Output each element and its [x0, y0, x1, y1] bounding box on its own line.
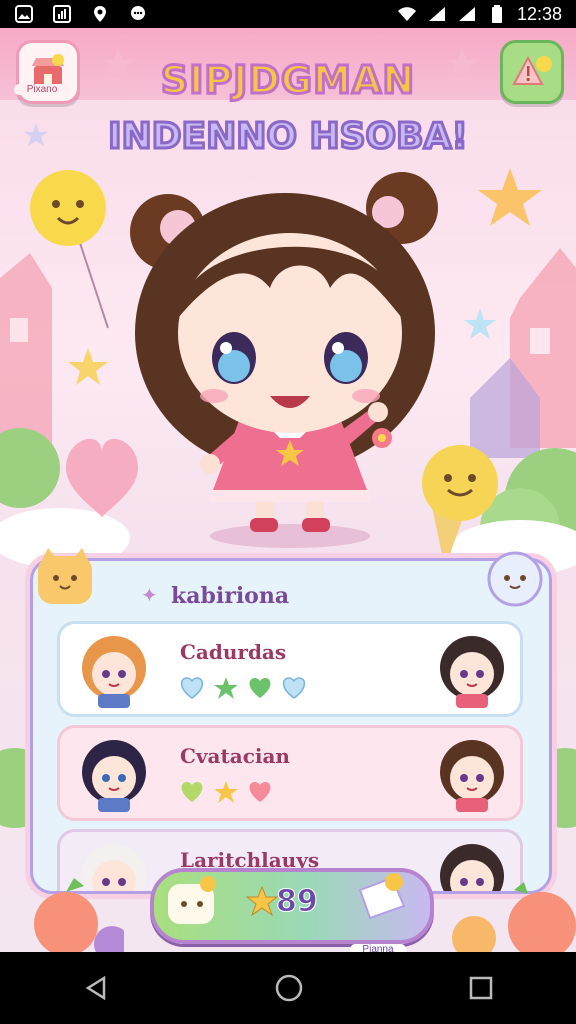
star-icon — [214, 781, 238, 803]
back-icon[interactable] — [82, 974, 110, 1002]
main-character[interactable] — [120, 168, 460, 558]
recent-apps-icon[interactable] — [468, 975, 494, 1001]
chat-icon — [128, 5, 148, 23]
character-avatar-left — [82, 740, 146, 812]
character-avatar-right — [440, 636, 504, 708]
heart-icon — [282, 677, 306, 699]
chart-icon — [52, 5, 72, 23]
character-row[interactable]: Cvatacian — [57, 725, 523, 821]
game-scene: Pixano SIPJDGMAN INDENNO HSOBA! ✦ kabiri… — [0, 28, 576, 952]
mascot-icon — [168, 876, 216, 924]
status-time: 12:38 — [516, 3, 562, 24]
fruit-decoration-right — [452, 882, 576, 952]
battery-icon — [487, 5, 507, 23]
star-icon — [246, 886, 278, 917]
reward-icon[interactable] — [352, 870, 410, 928]
status-right-icons: 12:38 — [397, 4, 562, 25]
status-left-icons — [14, 5, 148, 23]
cat-mascot-icon — [38, 548, 92, 604]
score-value: 89 — [276, 884, 319, 920]
row-icons — [178, 676, 308, 700]
signal-icon — [427, 5, 447, 23]
character-avatar-left — [82, 636, 146, 708]
wifi-icon — [397, 5, 417, 23]
ghost-mascot-icon — [487, 551, 543, 607]
row-label: Cadurdas — [180, 640, 287, 664]
panel-title: kabiriona — [171, 583, 290, 609]
image-icon — [14, 5, 34, 23]
character-list-panel: ✦ kabiriona Cadurdas Cvatacian Laritchla… — [30, 558, 552, 894]
row-icons — [178, 780, 274, 804]
heart-icon — [180, 677, 204, 699]
navigation-bar — [0, 952, 576, 1024]
sparkle-icon: ✦ — [141, 583, 158, 607]
heart-icon — [249, 678, 271, 698]
fruit-decoration-left — [34, 878, 124, 952]
status-bar: 12:38 — [0, 0, 576, 28]
signal-icon — [457, 5, 477, 23]
game-title-line2: INDENNO HSOBA! — [107, 115, 470, 159]
row-label: Cvatacian — [180, 744, 290, 768]
character-row[interactable]: Cadurdas — [57, 621, 523, 717]
heart-icon — [181, 782, 203, 802]
character-avatar-right — [440, 740, 504, 812]
home-icon[interactable] — [274, 973, 304, 1003]
heart-icon — [249, 782, 271, 802]
reward-caption: Pianna — [350, 944, 406, 952]
game-title-line1: SIPJDGMAN — [159, 57, 416, 104]
star-icon — [214, 677, 238, 699]
location-icon — [90, 5, 110, 23]
